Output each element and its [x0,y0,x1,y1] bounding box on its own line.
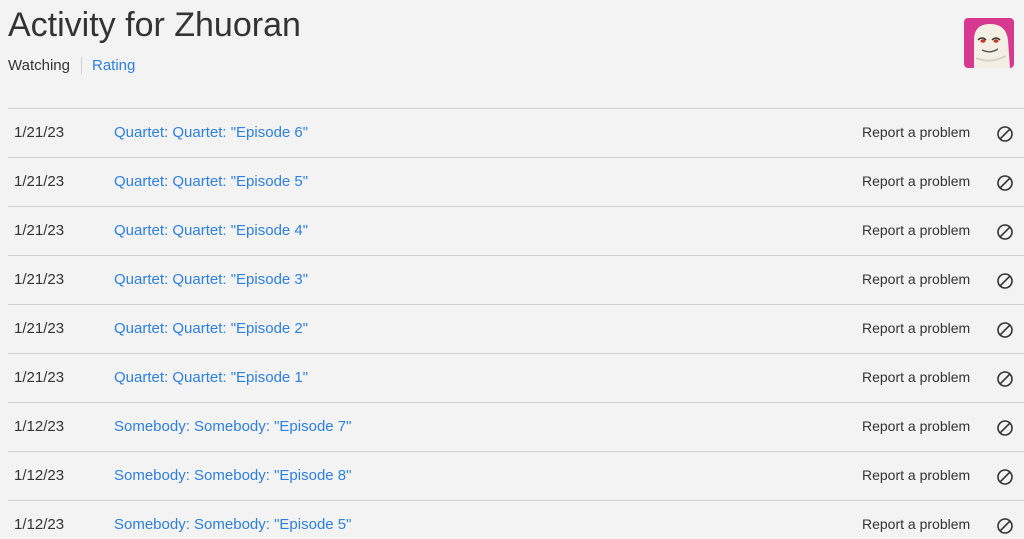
activity-title-link[interactable]: Somebody: Somebody: "Episode 7" [114,418,351,435]
activity-date: 1/21/23 [14,173,65,190]
activity-date: 1/21/23 [14,271,65,288]
activity-row: 1/12/23 Somebody: Somebody: "Episode 7" … [8,402,1024,451]
activity-row: 1/21/23 Quartet: Quartet: "Episode 1" Re… [8,353,1024,402]
activity-row: 1/12/23 Somebody: Somebody: "Episode 5" … [8,500,1024,539]
activity-tabs: Watching Rating [8,57,135,74]
tab-divider [80,57,82,74]
activity-title-link[interactable]: Somebody: Somebody: "Episode 8" [114,467,351,484]
circle-slash-icon[interactable] [996,517,1014,535]
profile-avatar-icon[interactable] [964,18,1014,68]
activity-title-link[interactable]: Quartet: Quartet: "Episode 4" [114,222,308,239]
activity-row: 1/21/23 Quartet: Quartet: "Episode 4" Re… [8,206,1024,255]
report-problem-link[interactable]: Report a problem [862,418,970,434]
activity-row: 1/21/23 Quartet: Quartet: "Episode 2" Re… [8,304,1024,353]
circle-slash-icon[interactable] [996,419,1014,437]
activity-title-link[interactable]: Quartet: Quartet: "Episode 3" [114,271,308,288]
circle-slash-icon[interactable] [996,174,1014,192]
report-problem-link[interactable]: Report a problem [862,173,970,189]
report-problem-link[interactable]: Report a problem [862,369,970,385]
activity-page: Activity for Zhuoran Watching Rating 1/2… [0,0,1024,539]
activity-row: 1/21/23 Quartet: Quartet: "Episode 3" Re… [8,255,1024,304]
page-title: Activity for Zhuoran [8,6,301,44]
circle-slash-icon[interactable] [996,370,1014,388]
activity-list: 1/21/23 Quartet: Quartet: "Episode 6" Re… [8,108,1024,539]
activity-title-link[interactable]: Somebody: Somebody: "Episode 5" [114,516,351,533]
tab-watching[interactable]: Watching [8,57,70,74]
activity-date: 1/21/23 [14,320,65,337]
report-problem-link[interactable]: Report a problem [862,124,970,140]
activity-date: 1/21/23 [14,369,65,386]
circle-slash-icon[interactable] [996,468,1014,486]
activity-row: 1/21/23 Quartet: Quartet: "Episode 5" Re… [8,157,1024,206]
tab-rating[interactable]: Rating [92,57,135,74]
activity-date: 1/21/23 [14,124,65,141]
report-problem-link[interactable]: Report a problem [862,467,970,483]
report-problem-link[interactable]: Report a problem [862,222,970,238]
activity-date: 1/12/23 [14,467,65,484]
report-problem-link[interactable]: Report a problem [862,320,970,336]
circle-slash-icon[interactable] [996,223,1014,241]
circle-slash-icon[interactable] [996,125,1014,143]
activity-date: 1/12/23 [14,516,65,533]
circle-slash-icon[interactable] [996,272,1014,290]
activity-title-link[interactable]: Quartet: Quartet: "Episode 1" [114,369,308,386]
activity-title-link[interactable]: Quartet: Quartet: "Episode 2" [114,320,308,337]
circle-slash-icon[interactable] [996,321,1014,339]
activity-title-link[interactable]: Quartet: Quartet: "Episode 5" [114,173,308,190]
activity-date: 1/21/23 [14,222,65,239]
activity-title-link[interactable]: Quartet: Quartet: "Episode 6" [114,124,308,141]
report-problem-link[interactable]: Report a problem [862,516,970,532]
activity-row: 1/21/23 Quartet: Quartet: "Episode 6" Re… [8,108,1024,157]
activity-date: 1/12/23 [14,418,65,435]
activity-row: 1/12/23 Somebody: Somebody: "Episode 8" … [8,451,1024,500]
report-problem-link[interactable]: Report a problem [862,271,970,287]
